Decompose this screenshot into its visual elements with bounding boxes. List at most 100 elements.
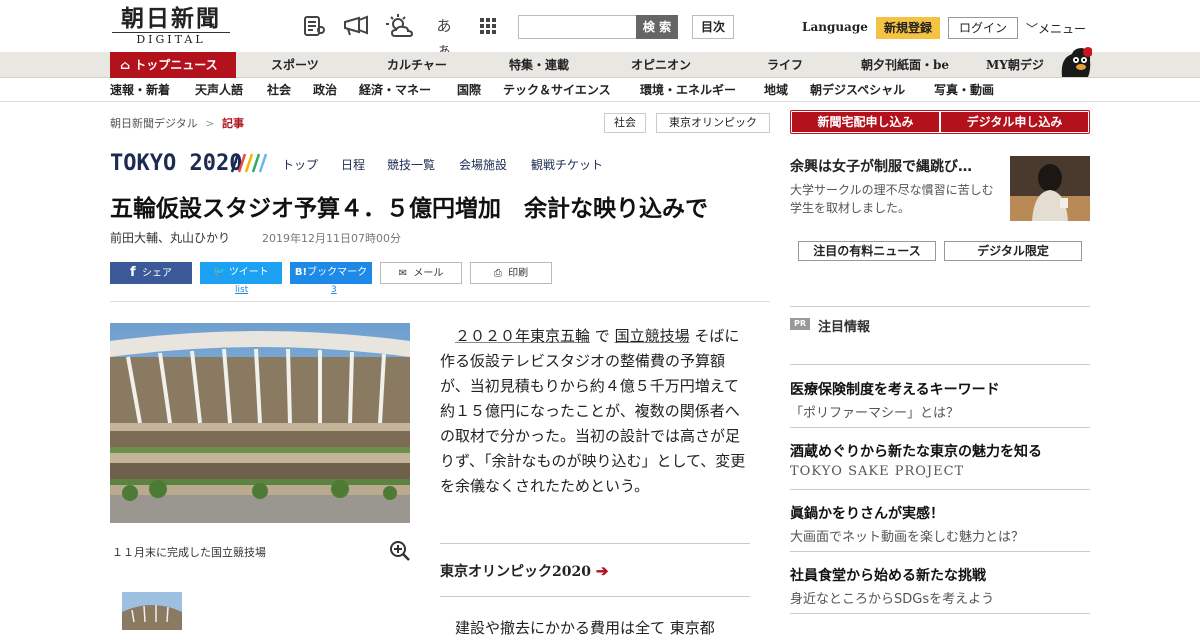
subscribe-box: 新聞宅配申し込み デジタル申し込み xyxy=(790,110,1090,134)
site-logo[interactable]: 朝日新聞 DIGITAL xyxy=(112,6,230,46)
nav2-society[interactable]: 社会 xyxy=(267,78,291,102)
secondary-nav: 速報・新着 天声人語 社会 政治 経済・マネー 国際 テック＆サイエンス 環境・… xyxy=(0,78,1200,102)
nav2-politics[interactable]: 政治 xyxy=(313,78,337,102)
tab-paid-news[interactable]: 注目の有料ニュース xyxy=(798,241,936,261)
nav-features[interactable]: 特集・連載 xyxy=(509,52,569,78)
tab-digital-only[interactable]: デジタル限定 xyxy=(944,241,1082,261)
stadium-photo[interactable] xyxy=(110,323,410,523)
nav2-environment[interactable]: 環境・エネルギー xyxy=(640,78,736,102)
newspaper-icon[interactable] xyxy=(302,14,326,38)
arrow-right-icon: ➔ xyxy=(595,562,609,580)
article-headline: 五輪仮設スタジオ予算４．５億円増加 余計な映り込みで xyxy=(110,195,708,222)
font-size-icon[interactable]: あぁ xyxy=(430,14,458,59)
mascot-icon[interactable] xyxy=(1058,44,1093,78)
feature-title[interactable]: 余興は女子が制服で縄跳び… xyxy=(790,156,1000,176)
nav-culture[interactable]: カルチャー xyxy=(387,52,447,78)
nav2-economy[interactable]: 経済・マネー xyxy=(359,78,431,102)
hatena-bookmark-button[interactable]: B!ブックマーク xyxy=(290,262,372,284)
mail-share-button[interactable]: ✉ メール xyxy=(380,262,462,284)
olympic-nav-sports[interactable]: 競技一覧 xyxy=(387,156,435,173)
weather-icon[interactable] xyxy=(386,14,414,38)
olympic-nav-top[interactable]: トップ xyxy=(282,156,318,173)
divider xyxy=(790,427,1090,428)
pr-item-title[interactable]: 眞鍋かをりさんが実感！ xyxy=(790,503,944,523)
share-label: ツイート xyxy=(228,267,269,278)
nav-opinion[interactable]: オピニオン xyxy=(631,52,691,78)
search-button[interactable]: 検 索 xyxy=(636,15,678,39)
pr-item-title[interactable]: 社員食堂から始める新たな挑戦 xyxy=(790,565,986,585)
twitter-count[interactable]: list xyxy=(235,285,248,295)
menu-button[interactable]: ﹀メニュー xyxy=(1026,20,1086,37)
article-date: 2019年12月11日07時00分 xyxy=(262,232,401,245)
megaphone-icon[interactable] xyxy=(342,14,370,38)
nav2-region[interactable]: 地域 xyxy=(764,78,788,102)
mail-icon: ✉ xyxy=(398,268,408,279)
share-label: シェア xyxy=(142,268,172,279)
hatena-count[interactable]: 3 xyxy=(331,285,337,295)
nav-life[interactable]: ライフ xyxy=(767,52,803,78)
nav2-photo[interactable]: 写真・動画 xyxy=(934,78,994,102)
subscribe-digital-button[interactable]: デジタル申し込み xyxy=(941,112,1088,132)
logo-en: DIGITAL xyxy=(112,32,230,46)
share-label: ブックマーク xyxy=(307,267,368,278)
olympic-nav-tickets[interactable]: 観戦チケット xyxy=(531,156,603,173)
tag-olympics[interactable]: 東京オリンピック xyxy=(656,113,770,133)
divider xyxy=(790,306,1090,307)
subscribe-paper-button[interactable]: 新聞宅配申し込み xyxy=(792,112,939,132)
nav-paper[interactable]: 朝夕刊紙面・be xyxy=(861,52,949,78)
divider xyxy=(790,613,1090,614)
photo-caption: １１月末に完成した国立競技場 xyxy=(112,546,266,559)
link-national-stadium[interactable]: 国立競技場 xyxy=(615,327,690,345)
search-input[interactable] xyxy=(518,15,636,39)
hatena-icon: B! xyxy=(294,267,308,278)
breadcrumb-root[interactable]: 朝日新聞デジタル xyxy=(110,117,198,130)
nav2-tech[interactable]: テック＆サイエンス xyxy=(503,78,611,102)
link-tokyo2020[interactable]: ２０２０年東京五輪 xyxy=(455,327,590,345)
divider xyxy=(790,364,1090,365)
nav-my[interactable]: MY朝デジ xyxy=(986,52,1044,78)
olympic-nav-schedule[interactable]: 日程 xyxy=(341,156,365,173)
olympic-nav-venues[interactable]: 会場施設 xyxy=(459,156,507,173)
related-link-label: 東京オリンピック2020 xyxy=(440,564,591,580)
print-button[interactable]: ⎙ 印刷 xyxy=(470,262,552,284)
divider xyxy=(440,596,750,597)
pr-item-title[interactable]: 酒蔵めぐりから新たな東京の魅力を知る xyxy=(790,441,1042,461)
grid-menu-icon[interactable] xyxy=(476,14,500,38)
nav2-international[interactable]: 国際 xyxy=(457,78,481,102)
menu-label: メニュー xyxy=(1038,22,1087,36)
register-button[interactable]: 新規登録 xyxy=(876,17,940,39)
site-header: 朝日新聞 DIGITAL あぁ 検 索 目次 Language 新規登録 ログイ… xyxy=(0,0,1200,59)
pr-item-desc: 「ポリファーマシー」とは？ xyxy=(790,406,960,421)
divider xyxy=(110,301,770,302)
pr-item-title[interactable]: 医療保険制度を考えるキーワード xyxy=(790,379,1000,399)
feature-image[interactable] xyxy=(1010,156,1090,221)
nav2-special[interactable]: 朝デジスペシャル xyxy=(810,78,905,102)
toc-button[interactable]: 目次 xyxy=(692,15,734,39)
pr-item-desc: 大画面でネット動画を楽しむ魅力とは？ xyxy=(790,530,1025,545)
primary-nav: ⌂ トップニュース スポーツ カルチャー 特集・連載 オピニオン ライフ 朝夕刊… xyxy=(0,52,1200,78)
chevron-down-icon: ﹀ xyxy=(1026,22,1039,36)
language-link[interactable]: Language xyxy=(802,20,868,34)
breadcrumb: 朝日新聞デジタル > 記事 xyxy=(110,115,244,131)
breadcrumb-current: 記事 xyxy=(222,117,244,130)
logo-jp: 朝日新聞 xyxy=(121,5,221,32)
attention-heading: 注目情報 xyxy=(818,320,871,335)
nav-top-news[interactable]: ⌂ トップニュース xyxy=(110,52,236,78)
nav2-tensei[interactable]: 天声人語 xyxy=(195,78,243,102)
related-thumbnail[interactable] xyxy=(122,592,182,630)
nav2-latest[interactable]: 速報・新着 xyxy=(110,78,170,102)
pr-item-desc: 身近なところからSDGsを考えよう xyxy=(790,592,995,607)
twitter-share-button[interactable]: 🐦 ツイート xyxy=(200,262,282,284)
share-label: 印刷 xyxy=(508,268,529,279)
tag-society[interactable]: 社会 xyxy=(604,113,646,133)
nav-sports[interactable]: スポーツ xyxy=(271,52,319,78)
article-body: ２０２０年東京五輪 で 国立競技場 そばに作る仮設テレビスタジオの整備費の予算額… xyxy=(440,324,750,499)
tokyo2020-stripes-icon xyxy=(230,153,268,173)
tokyo2020-logo[interactable]: TOKYO 2020 xyxy=(110,151,242,176)
zoom-in-icon[interactable] xyxy=(389,540,411,562)
facebook-icon: f xyxy=(129,265,136,280)
related-olympics-link[interactable]: 東京オリンピック2020 ➔ xyxy=(440,561,608,581)
facebook-share-button[interactable]: f シェア xyxy=(110,262,192,284)
feature-description: 大学サークルの理不尽な慣習に苦しむ学生を取材しました。 xyxy=(790,183,994,215)
login-button[interactable]: ログイン xyxy=(948,17,1018,39)
